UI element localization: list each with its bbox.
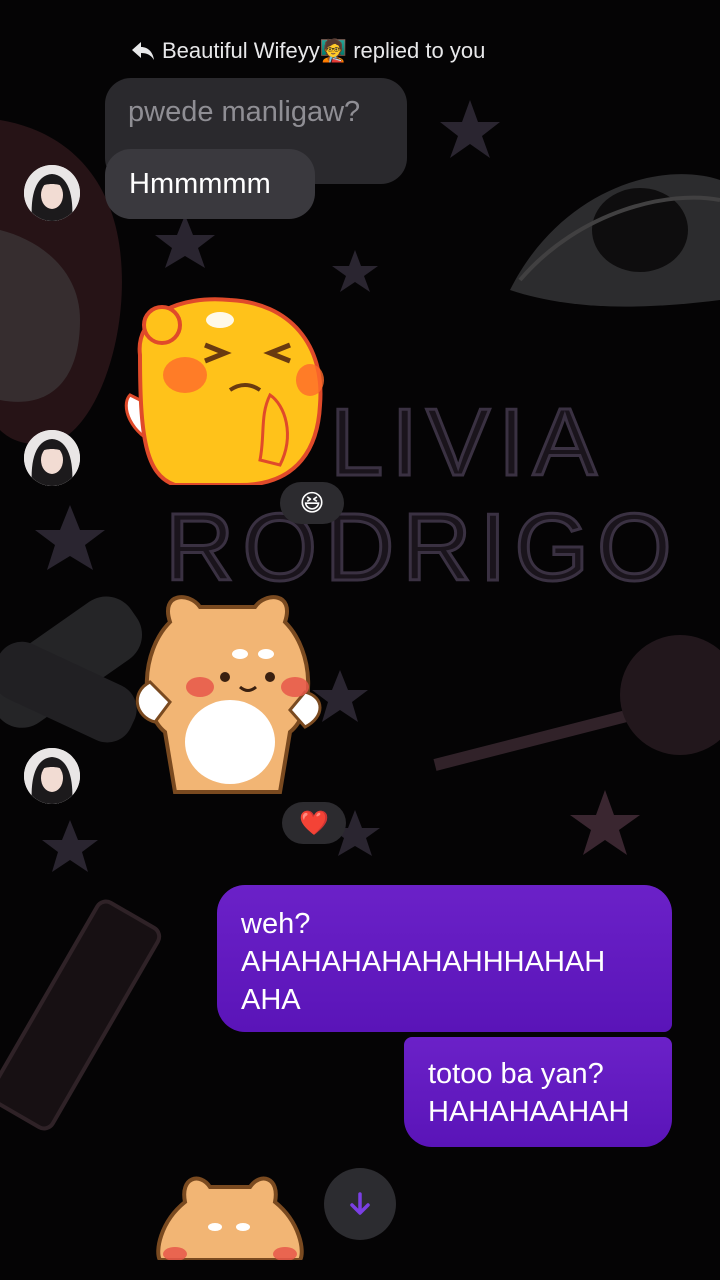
outgoing-message-line: AHA	[241, 984, 301, 1016]
wallpaper-text-line1: LIVIA	[330, 389, 605, 496]
eye-decoration	[510, 174, 720, 307]
reply-arrow-icon	[132, 42, 154, 60]
sticker-shiba-dog-partial[interactable]	[155, 1172, 305, 1260]
sticker-shiba-dog[interactable]	[130, 592, 325, 802]
reaction-badge[interactable]: 😆	[280, 482, 344, 524]
quoted-message-text: pwede manligaw?	[128, 96, 361, 128]
outgoing-message-line: AHAHAHAHAHAHHHAHAH	[241, 946, 606, 978]
reaction-badge[interactable]: ❤️	[282, 802, 346, 844]
incoming-message-bubble[interactable]: Hmmmmm	[105, 149, 315, 219]
avatar-image	[24, 748, 80, 804]
avatar[interactable]	[24, 165, 80, 221]
avatar[interactable]	[24, 748, 80, 804]
outgoing-message-bubble[interactable]: weh? AHAHAHAHAHAHHHAHAH AHA	[217, 885, 672, 1032]
outgoing-message-line: totoo ba yan?	[428, 1058, 604, 1090]
reaction-emoji: ❤️	[299, 809, 329, 837]
reaction-emoji: 😆	[299, 489, 325, 517]
arrow-down-icon	[350, 1192, 370, 1215]
reply-header: Beautiful Wifeyy🧑‍🏫 replied to you	[132, 36, 592, 66]
scroll-to-bottom-button[interactable]	[324, 1168, 396, 1240]
outgoing-message-line: HAHAHAAHAH	[428, 1096, 630, 1128]
reply-header-text: Beautiful Wifeyy🧑‍🏫 replied to you	[162, 38, 486, 63]
avatar-image	[24, 165, 80, 221]
wallpaper-text-line2: RODRIGO	[165, 494, 680, 601]
sticker-thinking-blob[interactable]	[120, 295, 330, 485]
avatar[interactable]	[24, 430, 80, 486]
avatar-image	[24, 430, 80, 486]
lollipop-decoration	[433, 635, 720, 771]
lipstick-decoration	[0, 899, 162, 1131]
incoming-message-text: Hmmmmm	[129, 167, 271, 200]
outgoing-message-line: weh?	[241, 908, 311, 940]
outgoing-message-bubble[interactable]: totoo ba yan? HAHAHAAHAH	[404, 1037, 672, 1147]
